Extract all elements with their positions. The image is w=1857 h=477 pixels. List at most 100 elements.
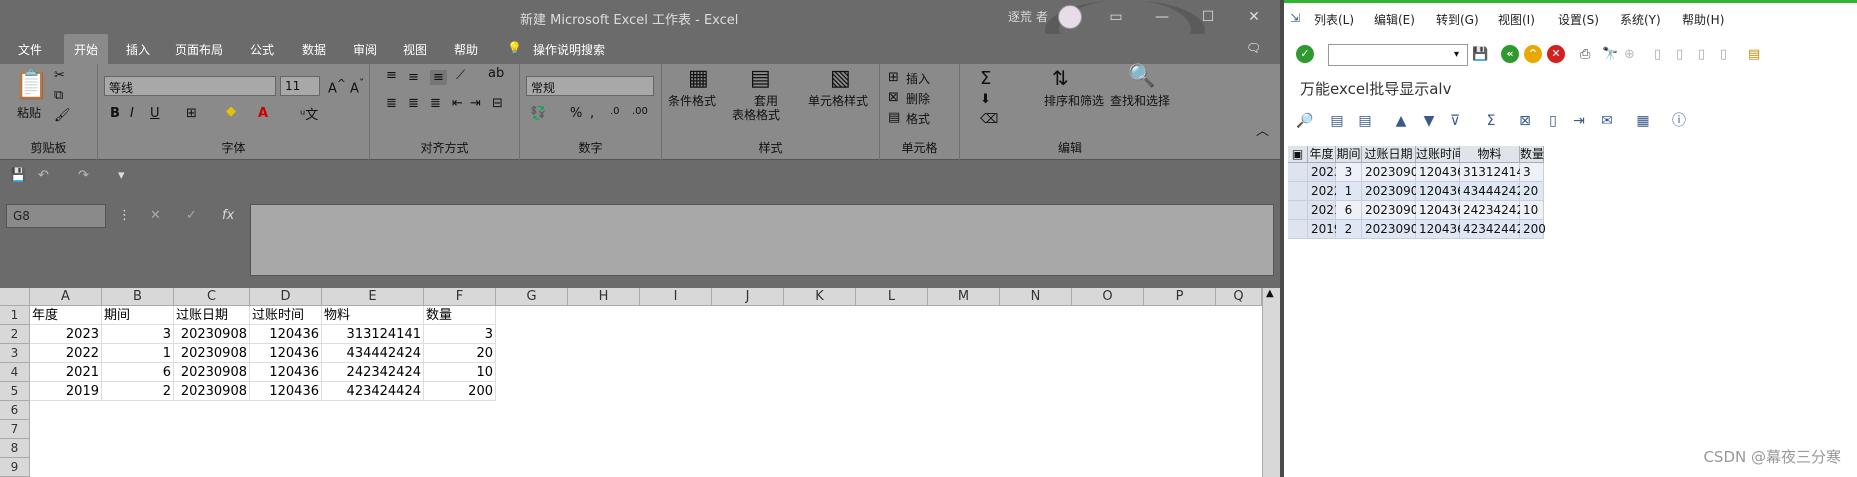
save-as-icon[interactable]: ▤: [1354, 110, 1376, 132]
currency-icon[interactable]: 💱: [530, 106, 546, 121]
sort-filter-button[interactable]: 排序和筛选: [1044, 92, 1104, 109]
alv-cell[interactable]: 200: [1520, 220, 1546, 239]
column-header[interactable]: I: [640, 288, 712, 306]
find-next-icon[interactable]: ⊕: [1624, 47, 1635, 62]
menu-list[interactable]: 列表(L): [1314, 11, 1354, 28]
sort-descending-icon[interactable]: ▼: [1418, 110, 1440, 132]
alv-cell[interactable]: 434442424: [1460, 182, 1532, 201]
save-icon[interactable]: 💾: [10, 168, 26, 183]
wrap-text-icon[interactable]: ab: [488, 66, 504, 81]
previous-page-icon[interactable]: ▯: [1676, 47, 1683, 62]
cell[interactable]: 120436: [250, 382, 322, 401]
tab-page-layout[interactable]: 页面布局: [175, 41, 223, 58]
ribbon-display-icon[interactable]: ▭: [1102, 6, 1130, 28]
chevron-down-icon[interactable]: ▾: [1454, 49, 1459, 60]
delete-cells-button[interactable]: 删除: [906, 90, 930, 107]
column-header[interactable]: J: [712, 288, 784, 306]
tab-help[interactable]: 帮助: [454, 41, 478, 58]
orientation-icon[interactable]: ⟋: [456, 68, 465, 83]
cut-icon[interactable]: ✂: [54, 68, 65, 83]
conditional-format-icon[interactable]: ▦: [688, 66, 709, 91]
cell-header[interactable]: 期间: [102, 306, 174, 325]
bold-icon[interactable]: B: [110, 106, 120, 121]
select-all-corner[interactable]: [0, 288, 30, 306]
cell[interactable]: 20230908: [174, 382, 250, 401]
cell[interactable]: 2019: [30, 382, 102, 401]
select-all-icon[interactable]: ▣: [1288, 146, 1308, 163]
command-field[interactable]: [1328, 44, 1468, 66]
subtotal-icon[interactable]: ⊠: [1514, 110, 1536, 132]
column-header[interactable]: H: [568, 288, 640, 306]
minimize-icon[interactable]: —: [1148, 6, 1176, 28]
cell-header[interactable]: 物料: [322, 306, 424, 325]
number-format-select[interactable]: 常规: [526, 76, 654, 96]
cell-styles-icon[interactable]: ▧: [830, 66, 851, 91]
fill-icon[interactable]: ⬇: [980, 92, 991, 107]
vertical-scrollbar[interactable]: ▲: [1262, 288, 1280, 477]
sort-filter-icon[interactable]: ⇅: [1052, 66, 1069, 90]
save-icon[interactable]: 💾: [1472, 47, 1488, 62]
row-header[interactable]: 4: [0, 363, 30, 382]
align-bottom-icon[interactable]: ≡: [430, 70, 447, 85]
maximize-icon[interactable]: ☐: [1194, 6, 1222, 28]
alv-cell[interactable]: 120436: [1416, 201, 1465, 220]
menu-edit[interactable]: 编辑(E): [1374, 11, 1415, 28]
copy-icon[interactable]: ⧉: [54, 88, 63, 103]
cell[interactable]: 120436: [250, 344, 322, 363]
print-preview-icon[interactable]: ▯: [1542, 110, 1564, 132]
cell[interactable]: 3: [102, 325, 174, 344]
grow-font-icon[interactable]: A^: [328, 77, 346, 96]
alv-cell[interactable]: 2023: [1308, 163, 1342, 182]
tab-home[interactable]: 开始: [64, 34, 109, 64]
filter-icon[interactable]: ⊽: [1444, 110, 1466, 132]
alv-cell[interactable]: 10: [1520, 201, 1544, 220]
cell-styles-button[interactable]: 单元格样式: [808, 92, 868, 109]
alv-cell[interactable]: 313124141: [1460, 163, 1532, 182]
column-header[interactable]: O: [1072, 288, 1144, 306]
cell[interactable]: 20230908: [174, 344, 250, 363]
row-selector[interactable]: [1288, 201, 1308, 220]
tab-file[interactable]: 文件: [18, 41, 42, 58]
collapse-ribbon-icon[interactable]: ︿: [1256, 120, 1269, 139]
comma-icon[interactable]: ,: [590, 106, 594, 121]
more-icon[interactable]: ⋮: [118, 208, 131, 223]
formula-input[interactable]: [250, 204, 1274, 276]
row-header[interactable]: 8: [0, 439, 30, 458]
column-header[interactable]: G: [496, 288, 568, 306]
alv-cell[interactable]: 120436: [1416, 163, 1465, 182]
insert-function-icon[interactable]: fx: [222, 208, 234, 223]
column-header[interactable]: N: [1000, 288, 1072, 306]
column-header[interactable]: F: [424, 288, 496, 306]
column-header[interactable]: P: [1144, 288, 1216, 306]
phonetic-icon[interactable]: ᵘ文: [300, 104, 318, 123]
cell[interactable]: 2022: [30, 344, 102, 363]
cell[interactable]: 120436: [250, 363, 322, 382]
undo-icon[interactable]: ↶: [38, 168, 49, 183]
close-icon[interactable]: ✕: [1240, 6, 1268, 28]
column-header[interactable]: Q: [1216, 288, 1262, 306]
mail-icon[interactable]: ✉: [1596, 110, 1618, 132]
cell[interactable]: 242342424: [322, 363, 424, 382]
alv-cell[interactable]: 20230908: [1362, 182, 1426, 201]
cell[interactable]: 20230908: [174, 325, 250, 344]
font-size-select[interactable]: 11: [280, 76, 320, 96]
next-page-icon[interactable]: ▯: [1698, 47, 1705, 62]
row-selector[interactable]: [1288, 182, 1308, 201]
column-header[interactable]: E: [322, 288, 424, 306]
alv-cell[interactable]: 2019: [1308, 220, 1342, 239]
alv-column-header[interactable]: 数量: [1520, 146, 1544, 163]
conditional-format-button[interactable]: 条件格式: [668, 92, 716, 109]
row-header[interactable]: 2: [0, 325, 30, 344]
alv-cell[interactable]: 3: [1336, 163, 1362, 182]
cell-header[interactable]: 数量: [424, 306, 496, 325]
alv-column-header[interactable]: 物料: [1460, 146, 1520, 163]
cell[interactable]: 434442424: [322, 344, 424, 363]
menu-help[interactable]: 帮助(H): [1682, 11, 1724, 28]
decrease-decimal-icon[interactable]: .00: [632, 106, 648, 117]
cancel-icon[interactable]: ✕: [150, 208, 161, 223]
find-icon[interactable]: 🔍: [1128, 64, 1155, 89]
menu-goto[interactable]: 转到(G): [1436, 11, 1479, 28]
format-as-table-icon[interactable]: ▤: [750, 66, 771, 91]
paste-icon[interactable]: 📋: [14, 68, 49, 101]
row-header[interactable]: 7: [0, 420, 30, 439]
